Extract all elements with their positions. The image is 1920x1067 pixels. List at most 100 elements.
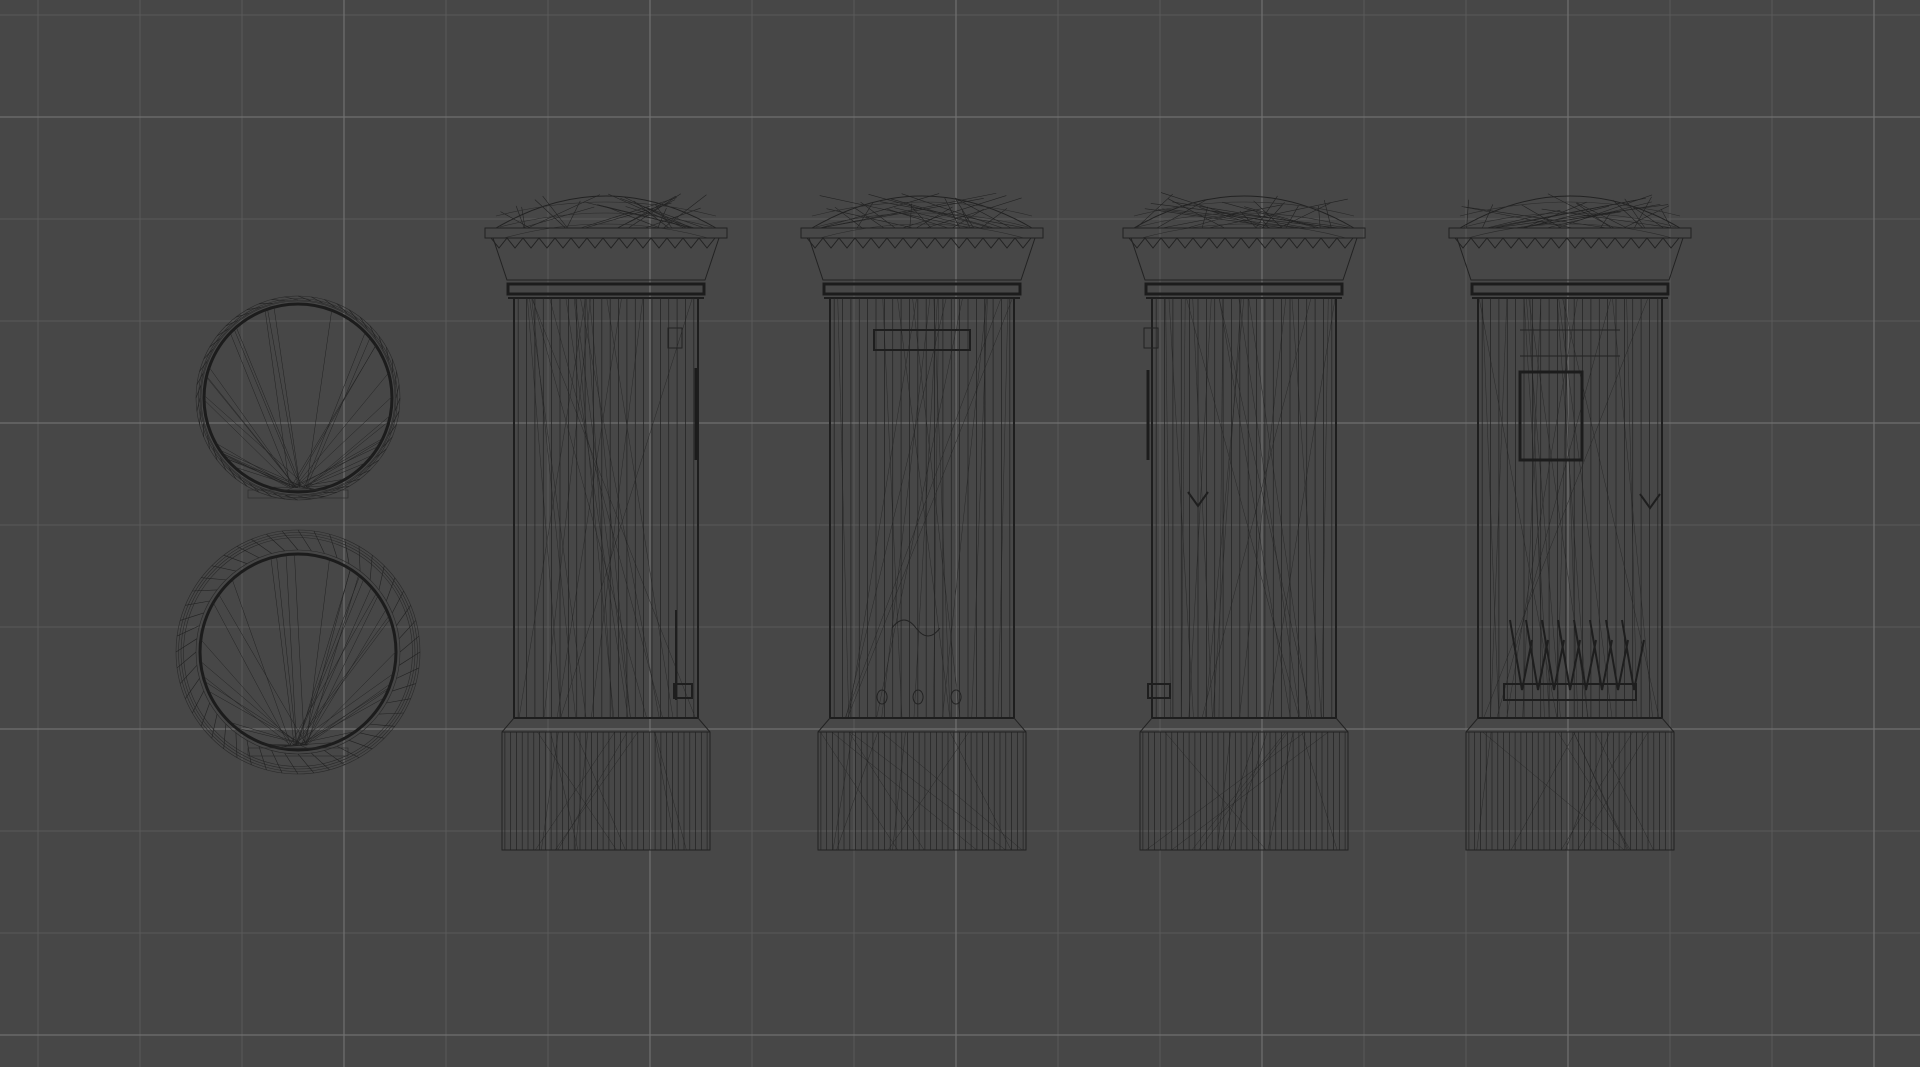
mesh-edge bbox=[399, 635, 420, 653]
mesh-edge bbox=[820, 731, 898, 851]
mesh-edge bbox=[606, 297, 674, 719]
mesh-edge bbox=[1181, 297, 1186, 719]
mesh-edge bbox=[1557, 731, 1631, 851]
cipher-emblem bbox=[891, 619, 941, 637]
mesh-edge bbox=[295, 618, 391, 746]
mesh-edge bbox=[398, 620, 417, 639]
mesh-edge bbox=[518, 297, 586, 719]
mesh-edge bbox=[1285, 205, 1299, 229]
mesh-edge bbox=[295, 579, 364, 746]
mesh-edge bbox=[1186, 297, 1300, 719]
mesh-edge bbox=[1212, 297, 1242, 719]
collar-band bbox=[506, 282, 706, 296]
mesh-edge bbox=[881, 297, 931, 719]
mesh-edge bbox=[378, 565, 385, 590]
base-flare-left bbox=[817, 717, 831, 733]
mesh-edge bbox=[550, 731, 579, 851]
mesh-edge bbox=[212, 446, 218, 461]
mesh-edge bbox=[826, 208, 914, 229]
mesh-edge bbox=[1486, 209, 1561, 229]
mesh-edge bbox=[176, 651, 197, 669]
mesh-edge bbox=[1204, 297, 1245, 719]
mesh-edge bbox=[346, 478, 361, 484]
mesh-edge bbox=[653, 731, 677, 851]
dome-ring bbox=[1463, 212, 1677, 228]
mesh-edge bbox=[819, 193, 940, 229]
mesh-edge bbox=[201, 577, 226, 581]
top-view-model[interactable] bbox=[195, 295, 401, 501]
cap-brim bbox=[1122, 227, 1366, 239]
mesh-edge bbox=[370, 723, 395, 727]
mesh-edge bbox=[378, 335, 384, 350]
cap-zigzag bbox=[806, 237, 1032, 249]
mesh-edge bbox=[1623, 205, 1670, 229]
mesh-edge bbox=[624, 197, 687, 229]
mesh-edge bbox=[586, 297, 613, 719]
base-block bbox=[1139, 731, 1349, 851]
base-block bbox=[1465, 731, 1675, 851]
mesh-edge bbox=[574, 297, 631, 719]
mesh-edge bbox=[1556, 297, 1569, 719]
dome-ring bbox=[1133, 201, 1355, 217]
cap-brim bbox=[484, 227, 728, 239]
collar-band bbox=[822, 282, 1022, 296]
mesh-edge bbox=[206, 376, 297, 488]
mesh-edge bbox=[949, 731, 1012, 851]
mesh-edge bbox=[305, 559, 330, 746]
mesh-edge bbox=[311, 752, 330, 771]
bottom-view-model[interactable] bbox=[175, 529, 421, 775]
cap-neck bbox=[1456, 237, 1684, 281]
mesh-edge bbox=[1164, 731, 1267, 851]
mesh-edge bbox=[848, 731, 925, 851]
base-block bbox=[501, 731, 711, 851]
mesh-edge bbox=[285, 554, 297, 746]
ring-outer bbox=[183, 537, 413, 767]
base-flare-right bbox=[1661, 717, 1675, 733]
mesh-edge bbox=[391, 590, 404, 614]
mesh-edge bbox=[1145, 731, 1306, 851]
mesh-edge bbox=[223, 724, 227, 749]
mesh-edge bbox=[1165, 297, 1171, 719]
mesh-edge bbox=[532, 297, 647, 719]
ring-outer bbox=[175, 529, 421, 775]
dome-outline bbox=[1459, 195, 1681, 229]
mesh-edge bbox=[555, 731, 638, 851]
cap-neck bbox=[1130, 237, 1358, 281]
mesh-edge bbox=[1560, 731, 1633, 851]
cap-zigzag bbox=[490, 237, 716, 249]
mesh-edge bbox=[236, 546, 260, 559]
base-flare-left bbox=[501, 717, 515, 733]
mesh-edge bbox=[1612, 199, 1643, 229]
mesh-edge bbox=[529, 297, 587, 719]
mesh-edge bbox=[1594, 731, 1654, 851]
cap-zigzag bbox=[1454, 237, 1680, 249]
cap-neck bbox=[808, 237, 1036, 281]
mesh-edge bbox=[573, 297, 615, 719]
mesh-edge bbox=[1239, 210, 1257, 229]
mesh-edge bbox=[845, 297, 947, 719]
mesh-edge bbox=[984, 297, 986, 719]
ring-inner-2 bbox=[195, 549, 401, 755]
ring-outer bbox=[200, 300, 396, 496]
collection-plate bbox=[876, 689, 962, 705]
mesh-edge bbox=[580, 297, 660, 719]
mesh-edge bbox=[231, 579, 292, 746]
mesh-edge bbox=[868, 194, 991, 229]
cap-brim bbox=[1448, 227, 1692, 239]
mesh-edge bbox=[942, 297, 987, 719]
back-view-model[interactable] bbox=[1448, 193, 1692, 851]
front-view-model[interactable] bbox=[800, 192, 1044, 851]
mesh-edge bbox=[625, 206, 695, 229]
cap-neck bbox=[492, 237, 720, 281]
mesh-edge bbox=[1218, 731, 1258, 851]
mesh-edge bbox=[281, 530, 299, 551]
wireframe-viewport[interactable] bbox=[0, 0, 1920, 1067]
mesh-edge bbox=[360, 732, 385, 739]
right-side-view-model[interactable] bbox=[1122, 192, 1366, 851]
left-side-view-model[interactable] bbox=[484, 193, 728, 851]
mesh-edge bbox=[200, 639, 295, 746]
mesh-edge bbox=[575, 731, 626, 851]
mesh-edge bbox=[293, 615, 390, 746]
mesh-edge bbox=[276, 556, 297, 746]
base-flare-left bbox=[1139, 717, 1153, 733]
